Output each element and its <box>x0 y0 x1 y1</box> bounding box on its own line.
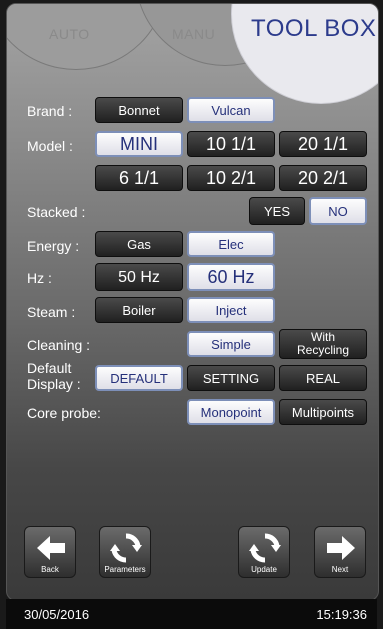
brand-vulcan-button[interactable]: Vulcan <box>187 97 275 123</box>
energy-elec-button[interactable]: Elec <box>187 231 275 257</box>
next-label: Next <box>331 565 349 574</box>
cleaning-label: Cleaning : <box>27 337 91 353</box>
parameters-label: Parameters <box>104 565 146 574</box>
tab-manu-label[interactable]: MANU <box>172 26 215 42</box>
parameters-button[interactable]: Parameters <box>99 526 151 578</box>
brand-bonnet-button[interactable]: Bonnet <box>95 97 183 123</box>
default-display-label-line2: Display : <box>27 376 81 392</box>
energy-gas-button[interactable]: Gas <box>95 231 183 257</box>
model-label: Model : <box>27 138 73 154</box>
core-probe-label: Core probe: <box>27 405 101 421</box>
screen-frame: AUTO MANU TOOL BOX Brand : Bonnet Vulcan… <box>6 3 379 601</box>
update-button[interactable]: Update <box>238 526 290 578</box>
energy-label: Energy : <box>27 238 80 254</box>
stacked-no-button[interactable]: NO <box>309 197 367 225</box>
back-button[interactable]: Back <box>24 526 76 578</box>
model-20-1-1-button[interactable]: 20 1/1 <box>279 131 367 157</box>
update-label: Update <box>251 565 277 574</box>
tab-auto-label[interactable]: AUTO <box>49 26 90 42</box>
display-real-button[interactable]: REAL <box>279 365 367 391</box>
status-date: 30/05/2016 <box>24 607 90 622</box>
model-20-2-1-button[interactable]: 20 2/1 <box>279 165 367 191</box>
tab-toolbox-label[interactable]: TOOL BOX <box>251 15 376 43</box>
model-10-2-1-button[interactable]: 10 2/1 <box>187 165 275 191</box>
arrow-right-icon <box>327 536 355 560</box>
steam-boiler-button[interactable]: Boiler <box>95 297 183 323</box>
stacked-label: Stacked : <box>27 204 86 220</box>
arrow-left-icon <box>37 536 65 560</box>
cleaning-with-recycling-button[interactable]: With Recycling <box>279 329 367 359</box>
model-mini-button[interactable]: MINI <box>95 131 183 157</box>
core-probe-monopoint-button[interactable]: Monopoint <box>187 399 275 425</box>
hz-50-button[interactable]: 50 Hz <box>95 263 183 291</box>
display-setting-button[interactable]: SETTING <box>187 365 275 391</box>
refresh-icon <box>110 533 142 563</box>
hz-label: Hz : <box>27 270 52 286</box>
refresh-icon <box>249 533 281 563</box>
stacked-yes-button[interactable]: YES <box>249 197 305 225</box>
model-10-1-1-button[interactable]: 10 1/1 <box>187 131 275 157</box>
status-time: 15:19:36 <box>316 607 367 622</box>
default-display-label-line1: Default <box>27 360 72 376</box>
back-label: Back <box>41 565 59 574</box>
model-6-1-1-button[interactable]: 6 1/1 <box>95 165 183 191</box>
brand-label: Brand : <box>27 103 73 119</box>
hz-60-button[interactable]: 60 Hz <box>187 263 275 291</box>
core-probe-multipoints-button[interactable]: Multipoints <box>279 399 367 425</box>
cleaning-simple-button[interactable]: Simple <box>187 331 275 357</box>
steam-inject-button[interactable]: Inject <box>187 297 275 323</box>
status-bar: 30/05/2016 15:19:36 <box>6 599 377 629</box>
next-button[interactable]: Next <box>314 526 366 578</box>
steam-label: Steam : <box>27 304 76 320</box>
display-default-button[interactable]: DEFAULT <box>95 365 183 391</box>
